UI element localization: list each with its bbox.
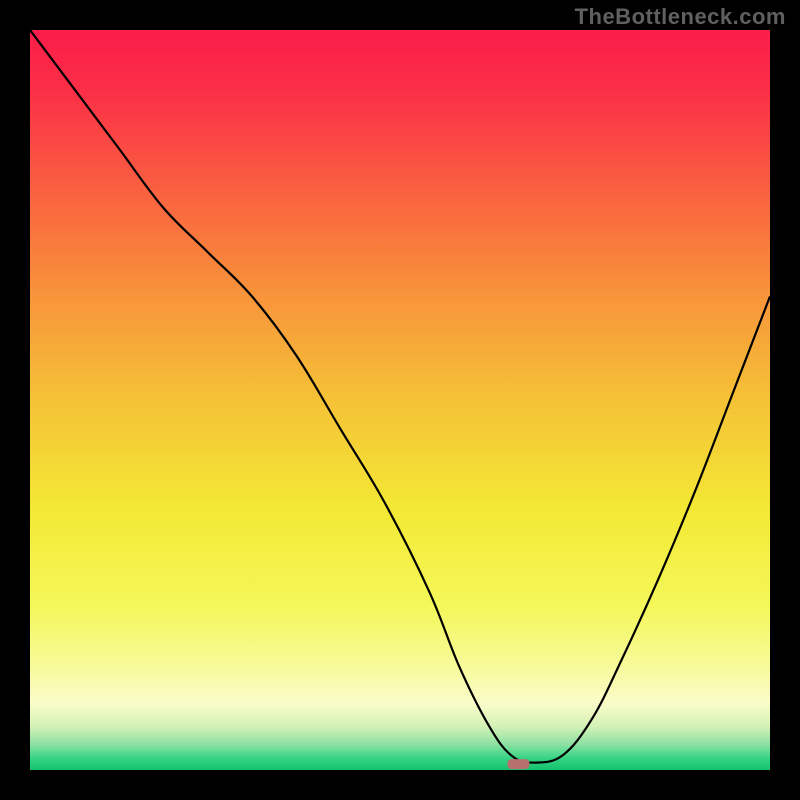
plot-area xyxy=(30,30,770,770)
watermark-text: TheBottleneck.com xyxy=(575,4,786,30)
curve-layer xyxy=(30,30,770,770)
chart-frame: TheBottleneck.com xyxy=(0,0,800,800)
optimal-marker xyxy=(507,759,529,769)
bottleneck-curve xyxy=(30,30,770,763)
